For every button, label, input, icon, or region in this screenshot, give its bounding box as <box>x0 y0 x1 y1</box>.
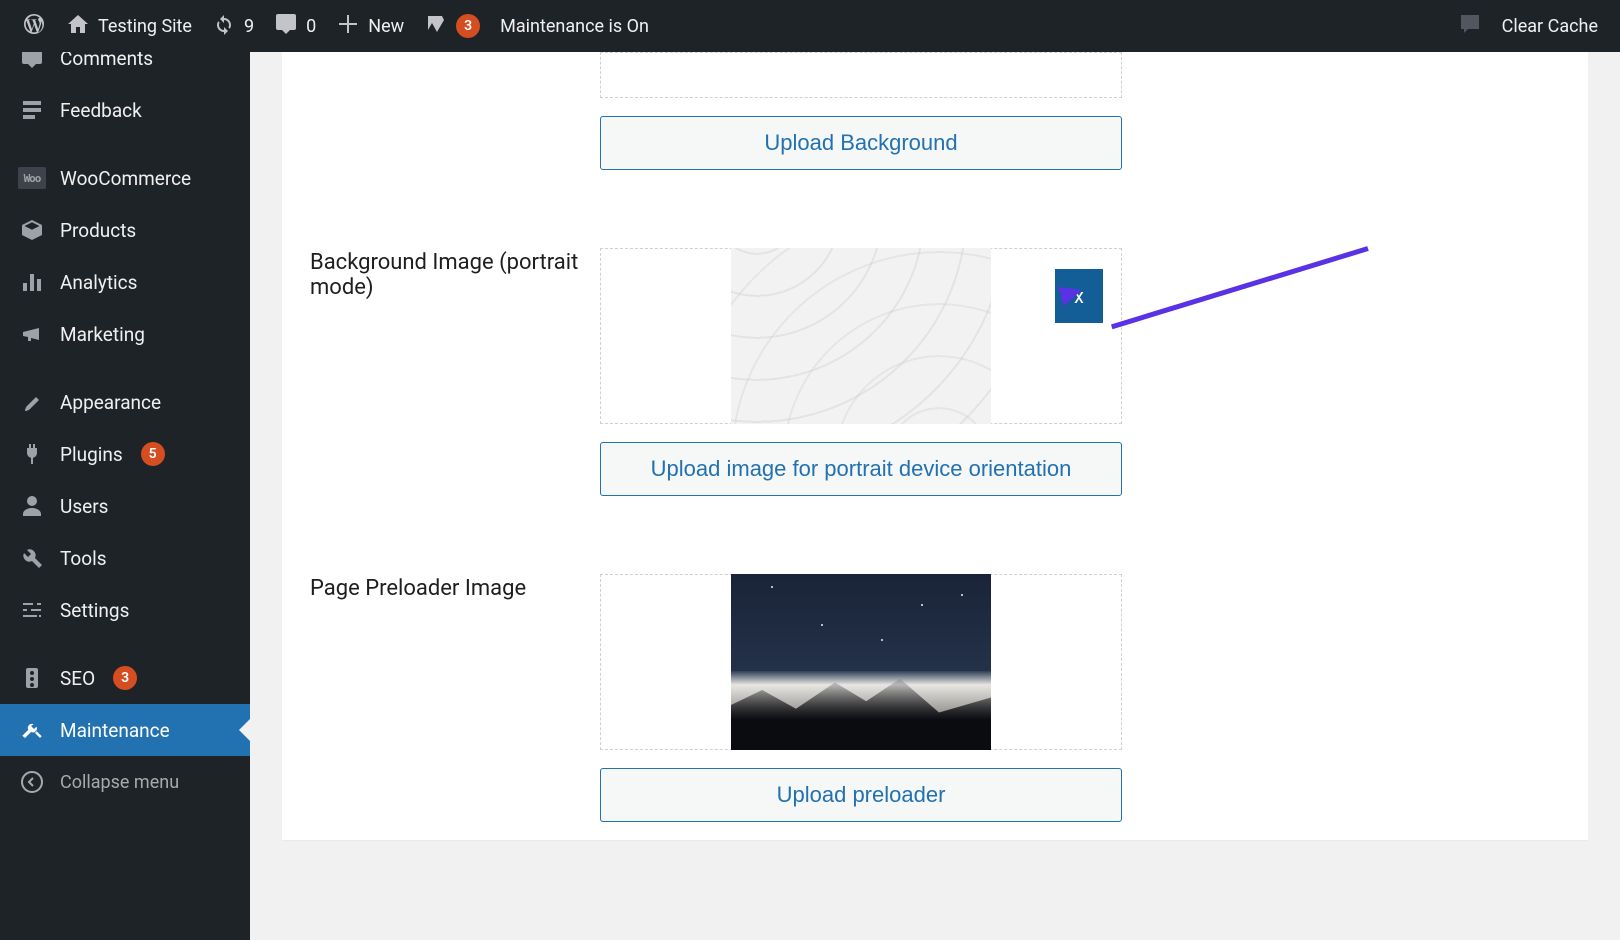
sidebar-item-products[interactable]: Products <box>0 204 250 256</box>
plus-icon <box>336 12 360 41</box>
collapse-icon <box>18 768 46 796</box>
maintenance-status-text: Maintenance is On <box>500 16 649 37</box>
wp-logo-item[interactable] <box>12 0 56 52</box>
preloader-thumbnail <box>731 574 991 750</box>
row-background-btn: Upload Background <box>310 116 1560 188</box>
sidebar-item-label: WooCommerce <box>60 167 191 190</box>
sidebar-item-label: Products <box>60 219 136 242</box>
sidebar-item-label: Settings <box>60 599 129 622</box>
howdy-item[interactable] <box>1448 0 1492 52</box>
yoast-item[interactable]: 3 <box>414 0 490 52</box>
admin-sidebar: Comments Feedback Woo WooCommerce Produc… <box>0 52 250 940</box>
sidebar-item-users[interactable]: Users <box>0 480 250 532</box>
new-label: New <box>368 16 404 37</box>
refresh-icon <box>212 12 236 41</box>
box-icon <box>18 216 46 244</box>
background-preview <box>600 52 1122 98</box>
field-label-empty <box>310 52 600 54</box>
portrait-preview: x <box>600 248 1122 424</box>
remove-portrait-button[interactable]: x <box>1055 269 1103 323</box>
sidebar-item-label: SEO <box>60 667 95 690</box>
sidebar-item-analytics[interactable]: Analytics <box>0 256 250 308</box>
plug-icon <box>18 440 46 468</box>
sidebar-item-marketing[interactable]: Marketing <box>0 308 250 360</box>
field-background <box>600 52 1560 98</box>
sidebar-item-label: Feedback <box>60 99 142 122</box>
comments-count: 0 <box>306 16 316 37</box>
sidebar-item-plugins[interactable]: Plugins 5 <box>0 428 250 480</box>
tools-icon <box>18 716 46 744</box>
clear-cache-label: Clear Cache <box>1502 16 1598 37</box>
sidebar-item-label: Analytics <box>60 271 137 294</box>
form-icon <box>18 96 46 124</box>
row-background <box>310 52 1560 116</box>
brush-icon <box>18 388 46 416</box>
new-item[interactable]: New <box>326 0 414 52</box>
sidebar-item-label: Marketing <box>60 323 145 346</box>
speech-bubble-icon <box>18 52 46 72</box>
sidebar-item-label: Tools <box>60 547 107 570</box>
upload-background-button[interactable]: Upload Background <box>600 116 1122 170</box>
sidebar-item-label: Appearance <box>60 391 161 414</box>
sidebar-item-comments[interactable]: Comments <box>0 52 250 84</box>
clear-cache-item[interactable]: Clear Cache <box>1492 0 1608 52</box>
sidebar-item-label: Comments <box>60 52 153 70</box>
speech-bubble-icon <box>274 12 298 41</box>
bars-icon <box>18 268 46 296</box>
sidebar-item-appearance[interactable]: Appearance <box>0 376 250 428</box>
sidebar-collapse[interactable]: Collapse menu <box>0 756 250 808</box>
sidebar-item-maintenance[interactable]: Maintenance <box>0 704 250 756</box>
preloader-preview <box>600 574 1122 750</box>
woo-icon: Woo <box>18 164 46 192</box>
maintenance-status-item[interactable]: Maintenance is On <box>490 0 659 52</box>
yoast-badge: 3 <box>456 14 480 38</box>
row-portrait-image: Background Image (portrait mode) x <box>310 188 1560 442</box>
updates-count: 9 <box>244 16 254 37</box>
portrait-thumbnail <box>731 248 991 424</box>
upload-portrait-button[interactable]: Upload image for portrait device orienta… <box>600 442 1122 496</box>
sidebar-item-label: Plugins <box>60 443 123 466</box>
sidebar-item-feedback[interactable]: Feedback <box>0 84 250 136</box>
plugins-badge: 5 <box>141 442 165 466</box>
user-icon <box>18 492 46 520</box>
field-portrait: x <box>600 248 1560 424</box>
row-preloader: Page Preloader Image <box>310 514 1560 768</box>
seo-badge: 3 <box>113 666 137 690</box>
sidebar-item-label: Collapse menu <box>60 772 179 793</box>
sidebar-item-label: Maintenance <box>60 719 170 742</box>
settings-panel: Upload Background Background Image (port… <box>282 52 1588 840</box>
sidebar-item-tools[interactable]: Tools <box>0 532 250 584</box>
row-portrait-btn: Upload image for portrait device orienta… <box>310 442 1560 514</box>
upload-preloader-button[interactable]: Upload preloader <box>600 768 1122 822</box>
comments-item[interactable]: 0 <box>264 0 326 52</box>
traffic-light-icon <box>18 664 46 692</box>
sidebar-item-seo[interactable]: SEO 3 <box>0 652 250 704</box>
sidebar-item-woocommerce[interactable]: Woo WooCommerce <box>0 152 250 204</box>
wrench-icon <box>18 544 46 572</box>
preloader-label: Page Preloader Image <box>310 574 600 601</box>
content-area: Upload Background Background Image (port… <box>250 52 1620 940</box>
home-icon <box>66 12 90 41</box>
admin-bar: Testing Site 9 0 New 3 Maintenance is On… <box>0 0 1620 52</box>
sliders-icon <box>18 596 46 624</box>
updates-item[interactable]: 9 <box>202 0 264 52</box>
site-name-item[interactable]: Testing Site <box>56 0 202 52</box>
row-preloader-btn: Upload preloader <box>310 768 1560 840</box>
site-name-text: Testing Site <box>98 16 192 37</box>
yoast-icon <box>424 12 448 41</box>
speech-bubble-square-icon <box>1458 12 1482 41</box>
portrait-label: Background Image (portrait mode) <box>310 248 600 300</box>
wordpress-icon <box>22 12 46 41</box>
megaphone-icon <box>18 320 46 348</box>
sidebar-item-label: Users <box>60 495 108 518</box>
sidebar-item-settings[interactable]: Settings <box>0 584 250 636</box>
close-icon: x <box>1074 284 1084 308</box>
field-preloader <box>600 574 1560 750</box>
